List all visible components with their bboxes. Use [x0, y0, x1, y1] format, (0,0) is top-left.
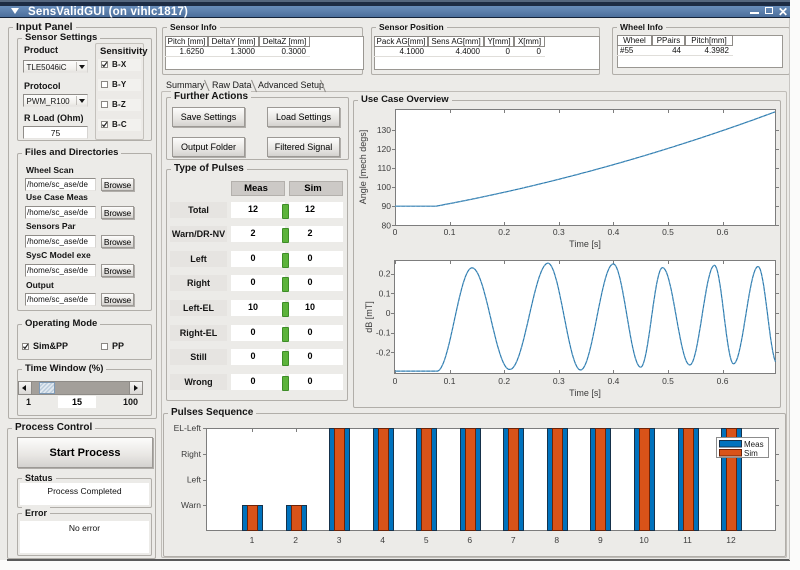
- svg-text:-0.1: -0.1: [376, 328, 391, 338]
- svg-text:0.3: 0.3: [553, 376, 565, 386]
- svg-text:0.1: 0.1: [379, 288, 391, 298]
- svg-text:0: 0: [386, 308, 391, 318]
- svg-text:0.2: 0.2: [498, 227, 510, 237]
- svg-text:0.1: 0.1: [444, 227, 456, 237]
- svg-text:0.5: 0.5: [662, 376, 674, 386]
- svg-text:Sim: Sim: [744, 449, 758, 458]
- svg-text:8: 8: [554, 535, 559, 545]
- svg-text:6: 6: [467, 535, 472, 545]
- svg-text:0.3: 0.3: [553, 227, 565, 237]
- svg-text:90: 90: [382, 201, 392, 211]
- svg-text:100: 100: [377, 182, 391, 192]
- svg-text:12: 12: [726, 535, 736, 545]
- svg-text:0.6: 0.6: [717, 227, 729, 237]
- svg-text:130: 130: [377, 125, 391, 135]
- svg-text:Time [s]: Time [s]: [569, 388, 601, 398]
- svg-text:Angle [mech degs]: Angle [mech degs]: [358, 130, 368, 205]
- svg-text:5: 5: [424, 535, 429, 545]
- svg-text:80: 80: [382, 220, 392, 230]
- svg-text:9: 9: [598, 535, 603, 545]
- svg-text:Right: Right: [181, 449, 201, 459]
- svg-text:2: 2: [293, 535, 298, 545]
- svg-text:0.2: 0.2: [498, 376, 510, 386]
- svg-text:Meas: Meas: [744, 440, 764, 449]
- svg-text:Left: Left: [187, 475, 202, 485]
- svg-text:dB [mT]: dB [mT]: [364, 301, 374, 333]
- svg-text:0.4: 0.4: [607, 227, 619, 237]
- svg-text:0.5: 0.5: [662, 227, 674, 237]
- svg-text:0.4: 0.4: [607, 376, 619, 386]
- svg-text:0.6: 0.6: [717, 376, 729, 386]
- svg-text:0: 0: [393, 227, 398, 237]
- svg-text:-0.2: -0.2: [376, 347, 391, 357]
- svg-text:0.1: 0.1: [444, 376, 456, 386]
- svg-text:Time [s]: Time [s]: [569, 239, 601, 249]
- svg-text:1: 1: [250, 535, 255, 545]
- svg-text:0: 0: [393, 376, 398, 386]
- svg-text:120: 120: [377, 144, 391, 154]
- svg-text:10: 10: [639, 535, 649, 545]
- svg-text:7: 7: [511, 535, 516, 545]
- svg-text:11: 11: [683, 535, 692, 545]
- svg-text:3: 3: [337, 535, 342, 545]
- svg-text:110: 110: [377, 163, 391, 173]
- svg-text:0.2: 0.2: [379, 269, 391, 279]
- svg-text:Warn: Warn: [181, 500, 201, 510]
- svg-text:EL-Left: EL-Left: [174, 423, 202, 433]
- svg-text:4: 4: [380, 535, 385, 545]
